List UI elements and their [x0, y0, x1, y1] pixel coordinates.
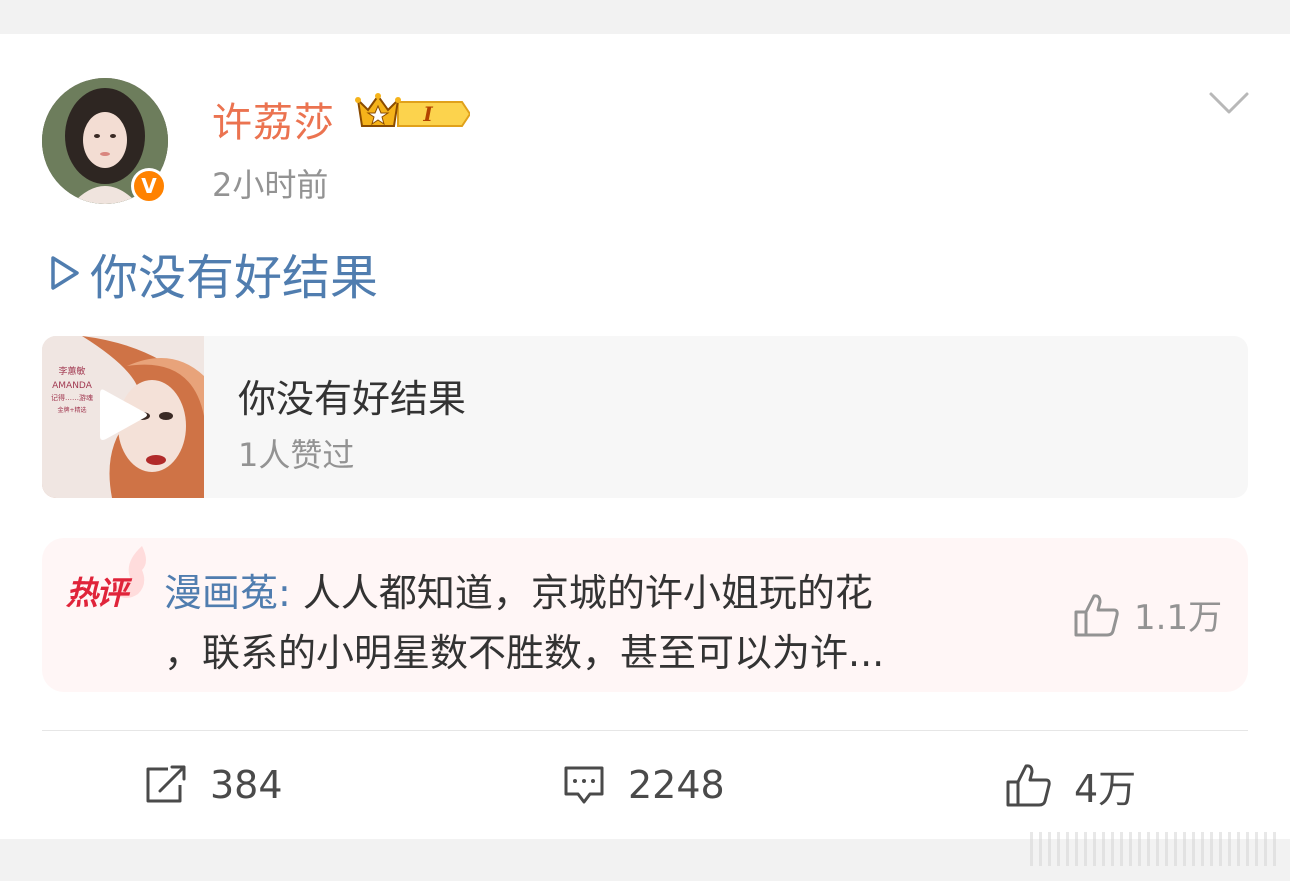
comment-author[interactable]: 漫画菟: [164, 571, 278, 615]
comment-count: 2248: [628, 763, 725, 807]
cover-artist: 李蕙敏: [58, 365, 85, 377]
music-likes: 1人赞过: [238, 436, 355, 474]
username[interactable]: 许荔莎: [212, 90, 335, 148]
like-count: 4万: [1074, 766, 1137, 811]
thumb-up-icon: [1006, 764, 1051, 807]
album-cover[interactable]: 李蕙敏 AMANDA 记得……游魂 金牌+精选: [42, 336, 204, 498]
crown-icon[interactable]: I: [354, 92, 472, 140]
comment-separator: :: [278, 571, 303, 615]
comment-line2: ，联系的小明星数不胜数，甚至可以为许...: [164, 631, 885, 675]
music-title: 你没有好结果: [238, 377, 467, 421]
cover-album: 记得……游魂: [51, 393, 93, 402]
play-icon[interactable]: [96, 386, 150, 448]
corner-decoration: [1030, 832, 1280, 866]
comment-line1: 人人都知道，京城的许小姐玩的花: [302, 571, 873, 615]
repost-count: 384: [210, 763, 283, 807]
cover-english: AMANDA: [52, 381, 93, 391]
post-text[interactable]: 你没有好结果: [90, 238, 378, 308]
verified-v-icon: V: [131, 168, 167, 204]
level-badge-text: I: [422, 102, 433, 126]
comment-button[interactable]: 2248: [562, 760, 725, 810]
post-content[interactable]: 你没有好结果: [48, 238, 378, 308]
hot-comment-tag: 热评: [66, 574, 128, 612]
divider: [42, 730, 1248, 731]
cover-footer: 金牌+精选: [57, 406, 86, 414]
repost-button[interactable]: 384: [144, 760, 283, 810]
repost-icon: [146, 765, 186, 803]
music-link-icon: [48, 254, 82, 292]
comment-text-line1: 漫画菟: 人人都知道，京城的许小姐玩的花: [164, 562, 873, 617]
comment-like-button[interactable]: 1.1万: [1072, 590, 1222, 639]
comment-icon: [564, 766, 604, 804]
like-button[interactable]: 4万: [1004, 760, 1137, 811]
post-time: 2小时前: [212, 166, 329, 204]
music-card[interactable]: 李蕙敏 AMANDA 记得……游魂 金牌+精选 你没有好结果 1人赞过: [42, 336, 1248, 498]
comment-like-count: 1.1万: [1134, 598, 1223, 638]
thumb-up-icon: [1074, 593, 1119, 636]
hot-comment[interactable]: 热评 漫画菟: 人人都知道，京城的许小姐玩的花 ，联系的小明星数不胜数，甚至可以…: [42, 538, 1248, 692]
chevron-down-icon[interactable]: [1208, 90, 1250, 120]
